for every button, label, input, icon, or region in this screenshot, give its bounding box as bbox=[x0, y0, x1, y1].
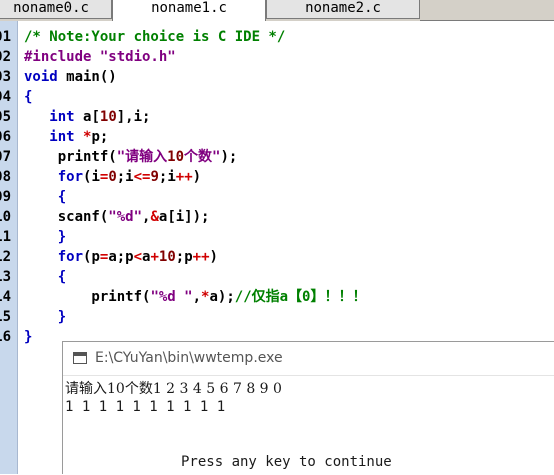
tab-strip: noname0.c noname1.c noname2.c bbox=[0, 0, 554, 21]
code-token: a[ bbox=[74, 109, 100, 125]
code-token: { bbox=[24, 269, 67, 285]
console-output-line: 1 1 1 1 1 1 1 1 1 1 bbox=[65, 399, 226, 415]
code-token: <= bbox=[133, 169, 151, 185]
line-number: 08 bbox=[0, 169, 11, 185]
code-token: void bbox=[24, 69, 58, 85]
code-line[interactable]: { bbox=[24, 267, 66, 287]
console-output: 请输入10个数1 2 3 4 5 6 7 8 9 0 1 1 1 1 1 1 1… bbox=[63, 376, 554, 475]
code-token: printf( bbox=[24, 149, 117, 165]
code-token: ) bbox=[209, 249, 218, 265]
code-token: + bbox=[150, 249, 159, 265]
code-token: a); bbox=[209, 289, 235, 305]
code-token: } bbox=[24, 309, 67, 325]
line-number: 12 bbox=[0, 249, 11, 265]
code-line[interactable]: for(i=0;i<=9;i++) bbox=[24, 167, 201, 187]
line-number: 14 bbox=[0, 289, 11, 305]
code-token: scanf( bbox=[24, 209, 109, 225]
code-line[interactable]: } bbox=[24, 307, 66, 327]
code-line[interactable]: void main() bbox=[24, 67, 117, 87]
line-number: 06 bbox=[0, 129, 11, 145]
code-token: for bbox=[57, 249, 84, 265]
code-token: , bbox=[192, 289, 202, 305]
tab-noname0[interactable]: noname0.c bbox=[0, 0, 112, 19]
code-token: 个数" bbox=[184, 149, 221, 165]
code-token: a;p bbox=[108, 249, 134, 265]
code-token: int bbox=[49, 109, 75, 125]
line-number: 09 bbox=[0, 189, 11, 205]
line-number: 15 bbox=[0, 309, 11, 325]
code-token: (i bbox=[83, 169, 100, 185]
code-token: /* Note:Your choice is C IDE */ bbox=[24, 29, 286, 45]
console-window[interactable]: E:\CYuYan\bin\wwtemp.exe 请输入10个数1 2 3 4 … bbox=[62, 341, 554, 475]
line-number: 13 bbox=[0, 269, 11, 285]
tab-noname1[interactable]: noname1.c bbox=[112, 0, 266, 21]
code-token: ) bbox=[192, 169, 202, 185]
line-number: 04 bbox=[0, 89, 11, 105]
code-line[interactable]: { bbox=[24, 187, 66, 207]
code-line[interactable]: } bbox=[24, 327, 32, 347]
code-line[interactable]: scanf("%d",&a[i]); bbox=[24, 207, 210, 227]
code-line[interactable]: printf("请输入10个数"); bbox=[24, 147, 238, 167]
code-token: 10 bbox=[158, 249, 176, 265]
code-token: 10 bbox=[167, 149, 185, 165]
code-token: ;i bbox=[158, 169, 176, 185]
code-token: printf( bbox=[24, 289, 151, 305]
line-number: 02 bbox=[0, 49, 11, 65]
code-token: "请输入 bbox=[116, 149, 168, 165]
console-output-line: 请输入10个数1 2 3 4 5 6 7 8 9 0 bbox=[65, 381, 282, 397]
code-token: //仅指a【0】！！！ bbox=[234, 289, 367, 305]
code-token: p; bbox=[91, 129, 109, 145]
code-token: 9 bbox=[150, 169, 159, 185]
code-line[interactable]: #include "stdio.h" bbox=[24, 47, 176, 67]
code-token: ); bbox=[220, 149, 238, 165]
code-token: int bbox=[49, 129, 75, 145]
code-token: } bbox=[24, 329, 33, 345]
code-token: main() bbox=[57, 69, 117, 85]
console-window-icon bbox=[73, 352, 87, 364]
code-token: 0 bbox=[108, 169, 117, 185]
code-token: 10 bbox=[99, 109, 117, 125]
code-token: (p bbox=[83, 249, 100, 265]
console-prompt-line: Press any key to continue bbox=[181, 454, 392, 470]
code-token: a[i]); bbox=[158, 209, 210, 225]
code-token: for bbox=[57, 169, 84, 185]
code-token: & bbox=[150, 209, 159, 225]
line-number-gutter: 01 02 03 04 05 06 07 08 09 10 11 12 13 14 15 16 bbox=[0, 21, 18, 474]
code-token: ++ bbox=[192, 249, 210, 265]
code-line[interactable]: for(p=a;p<a+10;p++) bbox=[24, 247, 218, 267]
console-title: E:\CYuYan\bin\wwtemp.exe bbox=[95, 350, 283, 366]
code-token: "%d" bbox=[108, 209, 143, 225]
code-line[interactable]: /* Note:Your choice is C IDE */ bbox=[24, 27, 285, 47]
code-token: "stdio.h" bbox=[99, 49, 176, 65]
line-number: 10 bbox=[0, 209, 11, 225]
code-line[interactable]: printf("%d ",*a);//仅指a【0】！！！ bbox=[24, 287, 366, 307]
code-line[interactable]: int a[10],i; bbox=[24, 107, 150, 127]
line-number: 11 bbox=[0, 229, 11, 245]
tab-noname2[interactable]: noname2.c bbox=[266, 0, 420, 19]
code-token: } bbox=[24, 229, 67, 245]
line-number: 16 bbox=[0, 329, 11, 345]
code-token: #include bbox=[24, 49, 100, 65]
code-line[interactable]: } bbox=[24, 227, 66, 247]
code-token: ;p bbox=[175, 249, 193, 265]
code-token: { bbox=[24, 89, 33, 105]
line-number: 05 bbox=[0, 109, 11, 125]
code-line[interactable]: { bbox=[24, 87, 32, 107]
code-token: ],i; bbox=[116, 109, 151, 125]
code-token: < bbox=[133, 249, 143, 265]
code-line[interactable]: int *p; bbox=[24, 127, 108, 147]
line-number: 03 bbox=[0, 69, 11, 85]
code-token: ++ bbox=[175, 169, 193, 185]
code-token: { bbox=[24, 189, 67, 205]
code-token: "%d " bbox=[150, 289, 193, 305]
code-token: ;i bbox=[116, 169, 134, 185]
console-titlebar[interactable]: E:\CYuYan\bin\wwtemp.exe bbox=[63, 342, 554, 376]
line-number: 01 bbox=[0, 29, 11, 45]
line-number: 07 bbox=[0, 149, 11, 165]
